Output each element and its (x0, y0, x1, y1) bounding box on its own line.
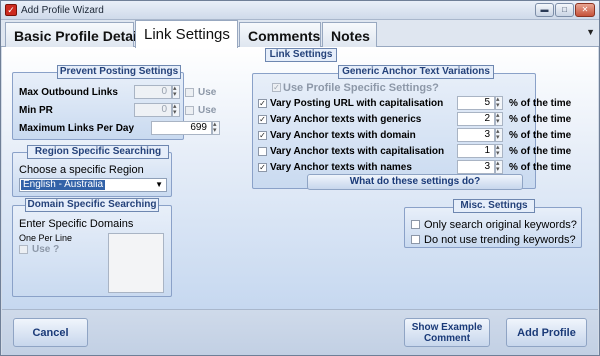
region-title: Region Specific Searching (27, 145, 169, 159)
max-outbound-use-checkbox[interactable] (185, 88, 194, 97)
vary-domain-suffix: % of the time (509, 130, 572, 141)
tab-bar: Basic Profile Details Link Settings Comm… (1, 20, 599, 48)
settings-help-button[interactable]: What do these settings do? (307, 174, 523, 190)
tab-basic-profile-details[interactable]: Basic Profile Details (5, 22, 149, 47)
vary-domain-input[interactable]: 3 (457, 128, 495, 142)
vary-generics-input[interactable]: 2 (457, 112, 495, 126)
min-pr-use-checkbox[interactable] (185, 106, 194, 115)
max-links-per-day-input[interactable]: 699 (151, 121, 212, 135)
vary-names-suffix: % of the time (509, 162, 572, 173)
vary-capitalisation-suffix: % of the time (509, 146, 572, 157)
use-profile-settings-label: Use Profile Specific Settings? (283, 82, 439, 94)
vary-generics-label: Vary Anchor texts with generics (270, 114, 422, 125)
vary-capitalisation-label: Vary Anchor texts with capitalisation (270, 146, 445, 157)
vary-posting-url-suffix: % of the time (509, 98, 572, 109)
region-dropdown[interactable]: English - Australia ▼ (19, 178, 167, 192)
vary-generics-suffix: % of the time (509, 114, 572, 125)
link-settings-caption: Link Settings (265, 48, 337, 62)
prevent-posting-title: Prevent Posting Settings (57, 65, 181, 79)
one-per-line-label: One Per Line (19, 233, 73, 243)
min-pr-use-label: Use (198, 105, 217, 116)
max-outbound-label: Max Outbound Links (19, 87, 118, 98)
misc-settings-title: Misc. Settings (453, 199, 535, 213)
vary-posting-url-input[interactable]: 5 (457, 96, 495, 110)
max-outbound-use-label: Use (198, 87, 217, 98)
vary-domain-checkbox[interactable]: ✓ (258, 131, 267, 140)
only-original-keywords-checkbox[interactable] (411, 220, 420, 229)
enter-domains-label: Enter Specific Domains (19, 218, 134, 230)
add-profile-button[interactable]: Add Profile (506, 318, 587, 347)
generic-anchor-title: Generic Anchor Text Variations (338, 65, 494, 79)
min-pr-input[interactable]: 0 (134, 103, 172, 117)
vary-domain-label: Vary Anchor texts with domain (270, 130, 416, 141)
close-icon[interactable]: ✕ (575, 3, 595, 17)
max-links-per-day-spinner[interactable] (212, 120, 220, 135)
tab-comments[interactable]: Comments (239, 22, 321, 47)
vary-capitalisation-spinner[interactable] (495, 143, 503, 158)
tab-link-settings[interactable]: Link Settings (135, 20, 238, 48)
show-example-label-line1: Show Example (411, 322, 483, 333)
maximize-icon[interactable]: □ (555, 3, 574, 17)
max-links-per-day-label: Maximum Links Per Day (19, 123, 135, 134)
minimize-icon[interactable]: ▬ (535, 3, 554, 17)
domains-textarea[interactable] (108, 233, 164, 293)
show-example-comment-button[interactable]: Show Example Comment (404, 318, 490, 347)
settings-help-label: What do these settings do? (349, 176, 481, 187)
vary-capitalisation-checkbox[interactable] (258, 147, 267, 156)
vary-names-input[interactable]: 3 (457, 160, 495, 174)
min-pr-label: Min PR (19, 105, 53, 116)
vary-posting-url-label: Vary Posting URL with capitalisation (270, 98, 444, 109)
chevron-down-icon: ▼ (155, 180, 163, 189)
no-trending-keywords-label: Do not use trending keywords? (424, 234, 576, 246)
region-selected-value: English - Australia (21, 179, 106, 190)
choose-region-label: Choose a specific Region (19, 164, 144, 176)
max-outbound-input[interactable]: 0 (134, 85, 172, 99)
cancel-button[interactable]: Cancel (13, 318, 88, 347)
tab-scroll-down-icon[interactable]: ▼ (586, 27, 595, 37)
tab-notes[interactable]: Notes (322, 22, 377, 47)
use-profile-settings-checkbox[interactable]: ✓ (272, 83, 281, 92)
app-icon: ✓ (5, 4, 17, 16)
max-outbound-spinner[interactable] (172, 84, 180, 99)
only-original-keywords-label: Only search original keywords? (424, 219, 577, 231)
vary-generics-checkbox[interactable]: ✓ (258, 115, 267, 124)
vary-capitalisation-input[interactable]: 1 (457, 144, 495, 158)
domain-title: Domain Specific Searching (25, 198, 159, 212)
add-profile-label: Add Profile (517, 327, 576, 339)
title-bar: ✓ Add Profile Wizard ▬ □ ✕ (1, 1, 599, 20)
min-pr-spinner[interactable] (172, 102, 180, 117)
no-trending-keywords-checkbox[interactable] (411, 235, 420, 244)
vary-names-checkbox[interactable]: ✓ (258, 163, 267, 172)
vary-posting-url-spinner[interactable] (495, 95, 503, 110)
vary-domain-spinner[interactable] (495, 127, 503, 142)
vary-posting-url-checkbox[interactable]: ✓ (258, 99, 267, 108)
vary-names-label: Vary Anchor texts with names (270, 162, 412, 173)
vary-names-spinner[interactable] (495, 159, 503, 174)
wizard-window: ✓ Add Profile Wizard ▬ □ ✕ Basic Profile… (0, 0, 600, 356)
cancel-label: Cancel (32, 327, 69, 339)
window-title: Add Profile Wizard (21, 5, 104, 16)
vary-generics-spinner[interactable] (495, 111, 503, 126)
domain-use-label: Use ? (32, 244, 60, 255)
domain-use-checkbox[interactable] (19, 245, 28, 254)
show-example-label-line2: Comment (423, 333, 471, 344)
